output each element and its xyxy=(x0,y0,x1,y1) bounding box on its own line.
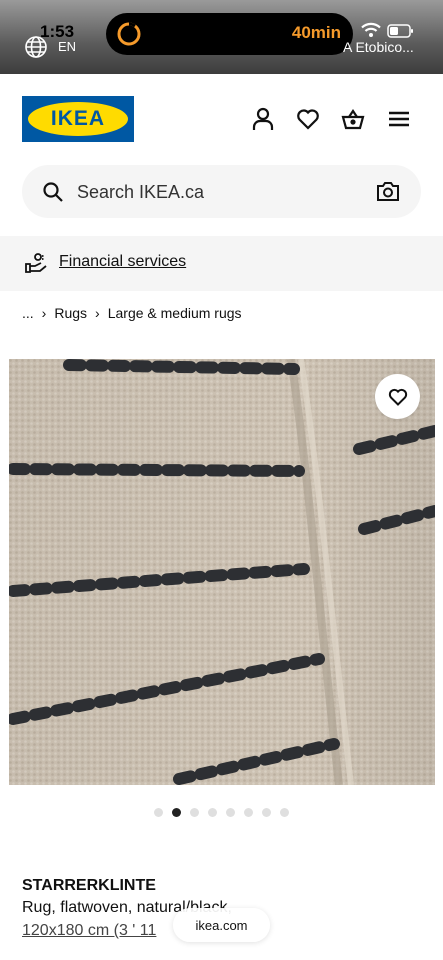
camera-icon[interactable] xyxy=(376,180,400,202)
chevron-right-icon: › xyxy=(95,305,100,321)
timer-icon xyxy=(117,22,141,46)
basket-icon[interactable] xyxy=(340,106,366,132)
chevron-right-icon: › xyxy=(41,305,47,321)
heart-icon[interactable] xyxy=(295,106,321,132)
favorite-button[interactable] xyxy=(375,374,420,419)
carousel-dot[interactable] xyxy=(208,808,217,817)
breadcrumb: ... › Rugs › Large & medium rugs xyxy=(22,305,242,321)
browser-url-pill[interactable]: ikea.com xyxy=(173,908,270,942)
carousel-dot[interactable] xyxy=(244,808,253,817)
carousel-dot[interactable] xyxy=(262,808,271,817)
product-name: STARRERKLINTE xyxy=(22,877,156,894)
breadcrumb-large-medium-rugs[interactable]: Large & medium rugs xyxy=(108,305,242,321)
language-label[interactable]: EN xyxy=(58,39,76,54)
dynamic-island: 40min xyxy=(106,13,353,55)
carousel-dot[interactable] xyxy=(172,808,181,817)
person-icon[interactable] xyxy=(250,106,276,132)
logo-text: IKEA xyxy=(28,102,128,136)
ikea-logo[interactable]: IKEA xyxy=(22,96,134,142)
wifi-icon xyxy=(361,22,381,37)
tab-title-hint: A Etobico... xyxy=(343,39,414,55)
globe-icon[interactable] xyxy=(24,35,48,59)
rug-photo xyxy=(9,359,435,785)
search-input[interactable]: Search IKEA.ca xyxy=(77,182,204,203)
breadcrumb-ellipsis[interactable]: ... xyxy=(22,305,34,321)
breadcrumb-rugs[interactable]: Rugs xyxy=(54,305,87,321)
carousel-dots xyxy=(154,808,289,817)
menu-icon[interactable] xyxy=(386,106,412,132)
carousel-dot[interactable] xyxy=(154,808,163,817)
financial-services-banner[interactable]: Financial services xyxy=(0,236,443,291)
search-bar[interactable]: Search IKEA.ca xyxy=(22,165,421,218)
heart-icon xyxy=(388,388,407,406)
timer-text: 40min xyxy=(291,23,341,42)
carousel-dot[interactable] xyxy=(190,808,199,817)
carousel-dot[interactable] xyxy=(226,808,235,817)
site-header: IKEA xyxy=(0,74,443,164)
money-icon xyxy=(25,253,47,273)
status-bar: 1:53 EN 40min A Etobico... xyxy=(0,0,443,74)
search-icon[interactable] xyxy=(42,181,64,203)
battery-icon xyxy=(387,24,413,38)
product-image[interactable] xyxy=(9,359,435,785)
product-size-link[interactable]: 120x180 cm (3 ' 11 xyxy=(22,922,156,940)
financial-services-link[interactable]: Financial services xyxy=(59,253,186,271)
carousel-dot[interactable] xyxy=(280,808,289,817)
